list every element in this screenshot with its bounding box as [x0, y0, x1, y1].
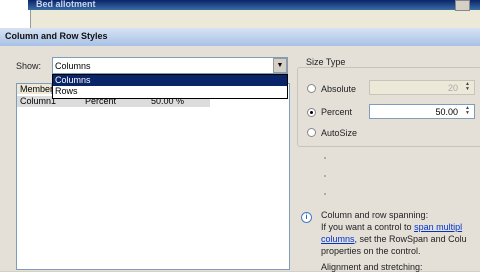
autosize-radio[interactable] [307, 128, 316, 137]
percent-value-input[interactable]: 50.00 ▲ ▼ [369, 104, 475, 119]
show-select-value: Columns [55, 61, 91, 71]
show-dropdown-list: Columns Rows [52, 74, 288, 99]
info-heading-alignment: Alignment and stretching: [321, 262, 423, 272]
info-heading-spanning: Column and row spanning: [321, 210, 429, 220]
size-type-label: Size Type [304, 57, 348, 67]
show-select[interactable]: Columns [52, 57, 288, 74]
option-rows[interactable]: Rows [53, 86, 287, 97]
dialog-titlebar: Column and Row Styles [0, 28, 480, 46]
dialog-title: Column and Row Styles [5, 31, 108, 41]
columns-link[interactable]: columns [321, 234, 355, 244]
info-text-line2: If you want a control to span multipl [321, 222, 463, 232]
absolute-spin-icon[interactable]: ▲ ▼ [462, 82, 473, 93]
span-multiple-link[interactable]: span multipl [414, 222, 462, 232]
chevron-down-icon[interactable]: ▼ [273, 58, 287, 73]
background-window-titlebar: Bed allotment [28, 0, 480, 10]
absolute-radio[interactable] [307, 84, 316, 93]
option-columns[interactable]: Columns [53, 75, 287, 86]
info-icon: i [301, 212, 312, 223]
background-toolbox [0, 0, 31, 30]
styles-grid[interactable] [16, 83, 290, 270]
separator-dot [324, 193, 326, 195]
show-label: Show: [16, 61, 42, 71]
separator-dot [324, 157, 326, 159]
absolute-label: Absolute [321, 84, 357, 94]
info-text-line4: properties on the control. [321, 246, 421, 256]
cell-member: Column1 [20, 96, 57, 106]
background-window-title: Bed allotment [36, 0, 96, 9]
percent-radio[interactable] [307, 108, 316, 117]
grid-column-header-member[interactable]: Member [17, 84, 53, 94]
percent-label: Percent [321, 107, 353, 117]
percent-spin-icon[interactable]: ▲ ▼ [462, 106, 473, 117]
info-text-line3: columns, set the RowSpan and Colu [321, 234, 467, 244]
background-close-button[interactable] [455, 0, 470, 11]
absolute-value-input[interactable]: 20 ▲ ▼ [369, 80, 475, 95]
autosize-label: AutoSize [321, 128, 358, 138]
separator-dot [324, 175, 326, 177]
